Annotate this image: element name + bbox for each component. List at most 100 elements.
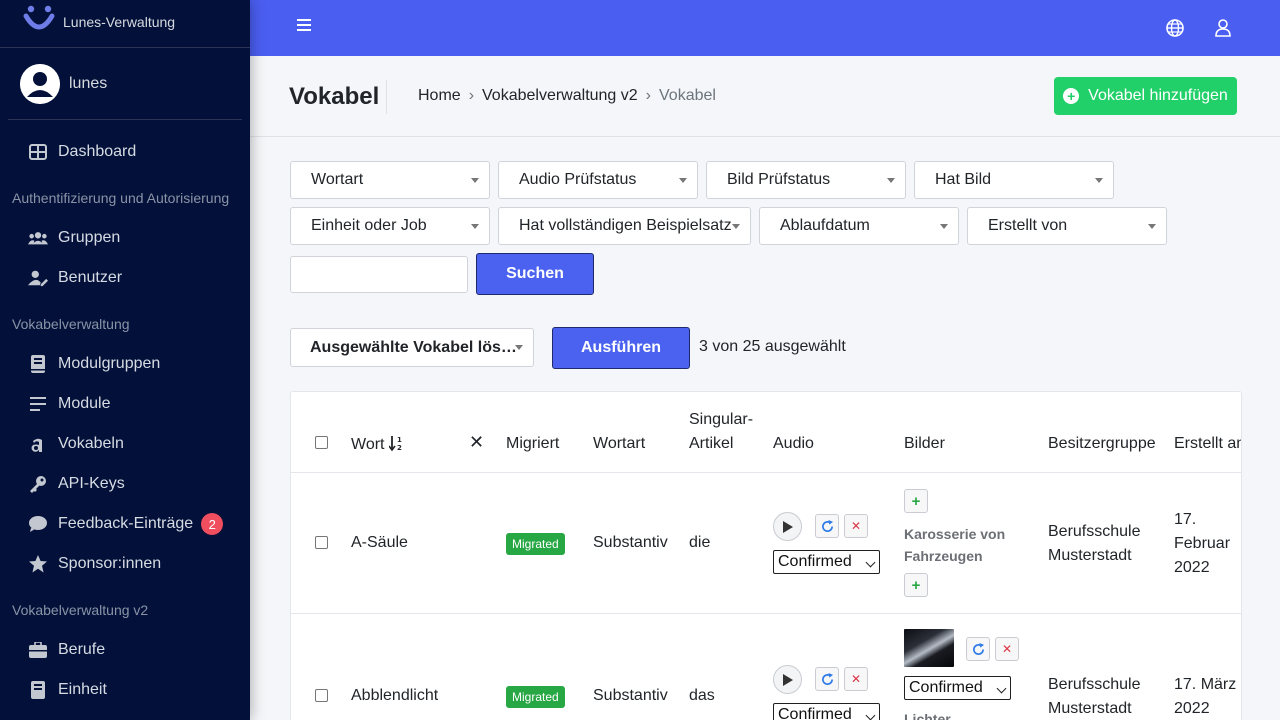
add-image-button[interactable]: + [904,573,928,597]
title-divider [386,80,387,114]
delete-audio-button[interactable]: ✕ [844,667,868,691]
owner-line1: Berufsschule [1048,523,1141,540]
date-line1: 17. [1174,511,1197,528]
image-unit-label-line1: Karosserie von [904,526,1006,542]
owner-line2: Musterstadt [1048,700,1132,717]
sidebar-item-dashboard[interactable]: Dashboard [0,132,250,172]
audio-status-select[interactable]: Confirmed [773,550,880,574]
play-audio-button[interactable] [773,512,802,541]
user-panel[interactable]: lunes [8,48,242,120]
image-status-select[interactable]: Confirmed [904,676,1011,700]
brand[interactable]: Lunes-Verwaltung [0,0,250,48]
search-button[interactable]: Suchen [476,253,594,295]
row-owner-group: Berufsschule Musterstadt [1048,520,1141,568]
delete-audio-button[interactable]: ✕ [844,514,868,538]
header-migrated[interactable]: Migriert [506,435,559,453]
sidebar-item-sponsors[interactable]: Sponsor:innen [0,544,250,584]
run-action-button[interactable]: Ausführen [552,327,690,369]
breadcrumb-current: Vokabel [659,87,716,104]
breadcrumb-home[interactable]: Home [418,87,461,105]
row-word[interactable]: A-Säule [351,534,408,552]
sidebar-item-module-groups[interactable]: Modulgruppen [0,344,250,384]
breadcrumb-separator: › [468,87,475,104]
regenerate-audio-button[interactable] [815,667,839,691]
add-image-button[interactable]: + [904,489,928,513]
search-input[interactable] [290,256,468,293]
play-audio-button[interactable] [773,665,802,694]
book-icon [28,680,48,700]
users-icon [28,228,48,248]
filter-image-status[interactable]: Bild Prüfstatus [706,161,906,199]
image-unit-label: Lichter [904,711,951,720]
filter-has-full-example[interactable]: Hat vollständigen Beispielsatz [498,207,751,245]
refresh-icon [972,642,984,655]
header-created-at[interactable]: Erstellt am [1174,435,1241,453]
header-images[interactable]: Bilder [904,435,945,453]
sidebar-item-label: Vokabeln [58,435,124,452]
filter-label: Wortart [311,171,364,188]
header-owner-group[interactable]: Besitzergruppe [1048,435,1156,453]
header-word-label: Wort [351,436,385,453]
book-icon [28,354,48,374]
sidebar-item-api-keys[interactable]: API-Keys [0,464,250,504]
header-word-type[interactable]: Wortart [593,435,645,453]
delete-image-button[interactable]: ✕ [995,637,1019,661]
row-word-type: Substantiv [593,687,668,704]
row-owner-group: Berufsschule Musterstadt [1048,673,1141,720]
select-all-checkbox[interactable] [315,436,328,449]
audio-status-select[interactable]: Confirmed [773,703,880,720]
header-audio[interactable]: Audio [773,435,814,453]
filter-unit-or-job[interactable]: Einheit oder Job [290,207,490,245]
filter-created-by[interactable]: Erstellt von [967,207,1167,245]
row-checkbox[interactable] [315,689,328,702]
vocabulary-image-thumbnail[interactable] [904,629,954,667]
sidebar-item-label: Sponsor:innen [58,555,162,572]
breadcrumb-vocab-v2[interactable]: Vokabelverwaltung v2 [482,87,638,105]
sidebar-item-modules[interactable]: Module [0,384,250,424]
refresh-icon [821,672,833,685]
row-article: das [689,687,715,704]
filter-label: Audio Prüfstatus [519,171,637,188]
row-article: die [689,534,711,551]
header-singular-article[interactable]: Singular- Artikel [689,411,753,459]
filter-audio-status[interactable]: Audio Prüfstatus [498,161,698,199]
row-checkbox[interactable] [315,536,328,549]
regenerate-image-button[interactable] [966,637,990,661]
refresh-icon [821,519,833,532]
row-created-at: 17. März 2022 [1174,673,1236,720]
filter-has-image[interactable]: Hat Bild [914,161,1114,199]
play-icon [782,673,793,686]
sidebar-item-professions[interactable]: Berufe [0,630,250,670]
bulk-action-label: Ausgewählte Vokabel lös… [310,338,517,356]
user-menu-icon[interactable] [1214,19,1232,42]
bulk-action-select[interactable]: Ausgewählte Vokabel lös… [290,328,534,367]
caret-down-icon [732,224,740,229]
sidebar-nav: Dashboard Authentifizierung und Autorisi… [0,120,250,710]
filter-word-type[interactable]: Wortart [290,161,490,199]
date-line2: 2022 [1174,700,1210,717]
menu-toggle-icon[interactable] [297,18,311,37]
caret-down-icon [1148,224,1156,229]
sidebar-item-unit[interactable]: Einheit [0,670,250,710]
star-icon [28,554,48,574]
lunes-logo-icon [23,5,55,29]
regenerate-audio-button[interactable] [815,514,839,538]
caret-down-icon [471,178,479,183]
header-word[interactable]: Wort 12 [351,435,405,454]
row-word[interactable]: Abblendlicht [351,687,438,705]
top-navbar [250,0,1280,56]
clear-sort-icon[interactable]: ✕ [469,432,484,453]
globe-icon[interactable] [1166,19,1184,42]
user-edit-icon [28,268,48,288]
filter-expiry-date[interactable]: Ablaufdatum [759,207,959,245]
key-icon [28,474,48,494]
filter-label: Einheit oder Job [311,217,427,234]
row-word-type: Substantiv [593,534,668,551]
sidebar-item-vocabulary[interactable]: Vokabeln [0,424,250,464]
sidebar-item-groups[interactable]: Gruppen [0,218,250,258]
filter-label: Hat vollständigen Beispielsatz [519,217,732,234]
add-vocabulary-button[interactable]: + Vokabel hinzufügen [1054,77,1237,115]
sidebar-item-users[interactable]: Benutzer [0,258,250,298]
sort-alpha-down-icon: 12 [388,436,402,452]
sidebar-item-feedback[interactable]: Feedback-Einträge 2 [0,504,250,544]
